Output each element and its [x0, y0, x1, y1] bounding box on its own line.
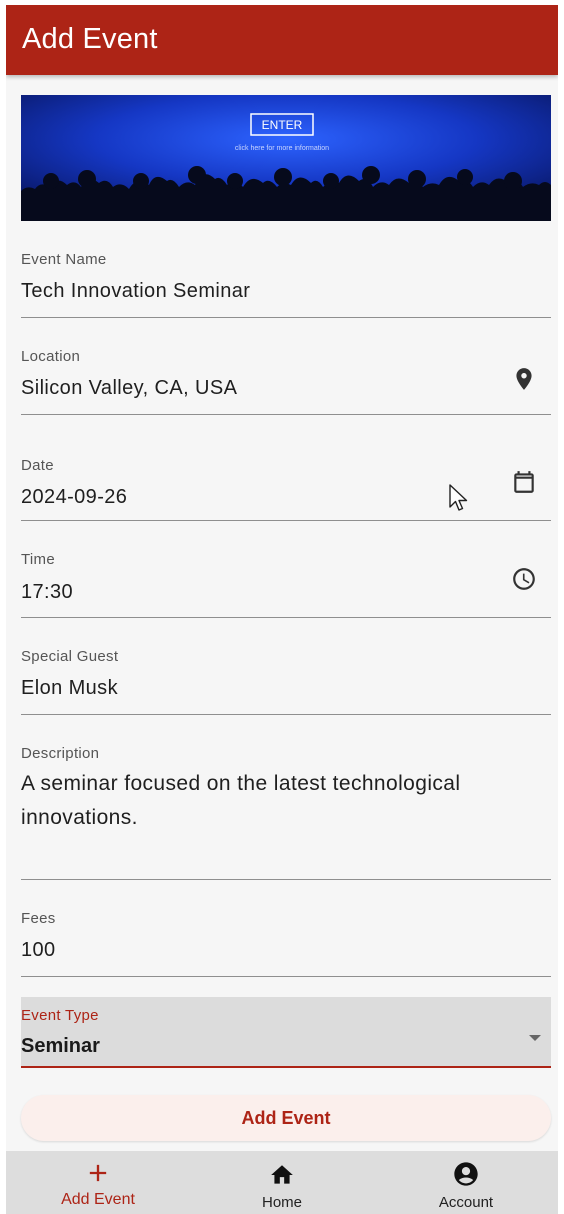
- bottom-navigation: Add Event Home Account: [6, 1151, 558, 1214]
- event-banner-image[interactable]: ENTER click here for more information: [21, 95, 551, 221]
- calendar-icon[interactable]: [511, 469, 537, 495]
- screen: Add Event ENTER click here for more info…: [0, 0, 564, 1214]
- location-label: Location: [21, 348, 81, 365]
- clock-icon[interactable]: [511, 566, 537, 592]
- event-name-input[interactable]: Tech Innovation Seminar: [21, 280, 250, 303]
- event-name-field[interactable]: Event Name Tech Innovation Seminar: [21, 235, 551, 318]
- special-guest-label: Special Guest: [21, 648, 119, 665]
- special-guest-field[interactable]: Special Guest Elon Musk: [21, 632, 551, 715]
- time-label: Time: [21, 551, 55, 568]
- nav-item-account[interactable]: Account: [374, 1151, 558, 1214]
- time-field[interactable]: Time 17:30: [21, 535, 551, 618]
- mouse-cursor-icon: [449, 484, 468, 511]
- location-pin-icon[interactable]: [511, 366, 537, 392]
- dropdown-arrow-icon[interactable]: [529, 1035, 541, 1041]
- plus-icon: [89, 1164, 107, 1182]
- date-field[interactable]: Date 2024-09-26: [21, 429, 551, 521]
- banner-caption-text: click here for more information: [235, 145, 329, 152]
- banner-enter-text: ENTER: [262, 118, 303, 132]
- app-frame: Add Event ENTER click here for more info…: [6, 5, 558, 1214]
- page-title: Add Event: [22, 23, 158, 55]
- nav-item-add-event[interactable]: Add Event: [6, 1151, 190, 1214]
- location-field[interactable]: Location Silicon Valley, CA, USA: [21, 332, 551, 415]
- fees-label: Fees: [21, 910, 56, 927]
- special-guest-input[interactable]: Elon Musk: [21, 677, 118, 700]
- event-type-dropdown[interactable]: Event Type Seminar: [21, 997, 551, 1068]
- description-field[interactable]: Description A seminar focused on the lat…: [21, 729, 551, 880]
- home-icon: [271, 1165, 293, 1184]
- description-label: Description: [21, 745, 100, 762]
- date-label: Date: [21, 457, 54, 474]
- fees-field[interactable]: Fees 100: [21, 894, 551, 977]
- nav-label-add-event: Add Event: [61, 1191, 135, 1208]
- nav-label-account: Account: [438, 1194, 494, 1211]
- banner-artwork: ENTER click here for more information: [21, 95, 551, 221]
- description-input[interactable]: A seminar focused on the latest technolo…: [21, 767, 531, 835]
- event-type-selected-value[interactable]: Seminar: [21, 1035, 100, 1058]
- fees-input[interactable]: 100: [21, 939, 56, 962]
- event-type-label: Event Type: [21, 1007, 99, 1024]
- app-bar: Add Event: [6, 5, 558, 75]
- time-input[interactable]: 17:30: [21, 581, 73, 604]
- nav-label-home: Home: [261, 1194, 302, 1211]
- add-event-button[interactable]: Add Event: [21, 1095, 551, 1141]
- nav-item-home[interactable]: Home: [190, 1151, 374, 1214]
- event-name-label: Event Name: [21, 251, 107, 268]
- date-input[interactable]: 2024-09-26: [21, 486, 127, 509]
- account-circle-icon: [454, 1162, 478, 1186]
- location-input[interactable]: Silicon Valley, CA, USA: [21, 377, 237, 400]
